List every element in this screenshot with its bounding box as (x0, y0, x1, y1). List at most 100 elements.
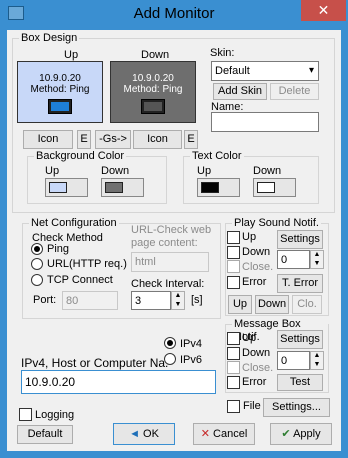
sound-down-checkbox[interactable] (227, 246, 240, 259)
msg-test-button[interactable]: Test (277, 374, 323, 391)
logging-checkbox[interactable] (19, 408, 32, 421)
preview-up[interactable]: 10.9.0.20 Method: Ping (17, 61, 103, 123)
sound-close-checkbox[interactable] (227, 260, 240, 273)
preview-up-line2: Method: Ping (30, 84, 90, 95)
logging-label: Logging (35, 409, 75, 421)
ping-label: Ping (47, 243, 70, 255)
copy-up-to-down-button[interactable]: -Gs-> (95, 130, 131, 149)
interval-spinner[interactable]: ▲ ▼ (171, 291, 185, 310)
spin-down-icon[interactable]: ▼ (172, 301, 184, 310)
sound-close-label: Close. (242, 261, 274, 273)
default-button[interactable]: Default (17, 425, 73, 444)
ipv4-label: IPv4 (180, 338, 203, 350)
apply-icon: ✔ (281, 428, 294, 440)
sound-close-test-button[interactable]: Clo. (292, 295, 322, 314)
sound-spin-up-icon[interactable]: ▲ (311, 251, 323, 260)
apply-button[interactable]: ✔ Apply (270, 423, 332, 445)
text-color-label: Text Color (190, 150, 244, 163)
preview-down[interactable]: 10.9.0.20 Method: Ping (110, 61, 196, 123)
text-down-swatch (257, 182, 275, 193)
msg-down-checkbox[interactable] (227, 347, 240, 360)
msg-error-label: Error (242, 376, 267, 388)
msg-up-label: Up (242, 332, 257, 344)
edit-down-button[interactable]: E (184, 130, 198, 149)
preview-down-line1: 10.9.0.20 (132, 73, 174, 84)
name-input[interactable] (211, 112, 319, 132)
url-label: URL(HTTP req.) (47, 258, 127, 270)
edit-up-button[interactable]: E (77, 130, 91, 149)
ok-icon: ◄ (129, 428, 144, 440)
sound-settings-button[interactable]: Settings (277, 230, 323, 249)
monitor-icon-down (141, 99, 165, 114)
delete-skin-button[interactable]: Delete (270, 83, 319, 100)
tcp-radio[interactable] (31, 274, 43, 286)
text-up-label: Up (197, 165, 212, 177)
bg-down-color-button[interactable] (101, 178, 144, 197)
sound-down-test-button[interactable]: Down (255, 295, 289, 314)
file-checkbox[interactable] (227, 400, 240, 413)
msg-spin-down-icon[interactable]: ▼ (311, 361, 323, 370)
dialog-body: Box Design Up Down 10.9.0.20 Method: Pin… (7, 30, 341, 451)
text-down-color-button[interactable] (253, 178, 296, 197)
msg-spin-up-icon[interactable]: ▲ (311, 352, 323, 361)
sound-terror-button[interactable]: T. Error (277, 274, 323, 293)
text-down-label: Down (253, 165, 282, 177)
msg-spin-input[interactable]: 0 (277, 351, 310, 370)
chevron-down-icon: ▾ (308, 65, 314, 76)
msg-close-checkbox[interactable] (227, 361, 240, 374)
url-radio[interactable] (31, 258, 43, 270)
ok-label: OK (143, 428, 159, 440)
preview-up-line1: 10.9.0.20 (39, 73, 81, 84)
msg-settings-button[interactable]: Settings (277, 330, 323, 349)
skin-select[interactable]: Default ▾ (211, 61, 319, 81)
sound-up-checkbox[interactable] (227, 231, 240, 244)
icon-up-button[interactable]: Icon (23, 130, 73, 149)
ipv6-label: IPv6 (180, 354, 203, 366)
preview-down-line2: Method: Ping (123, 84, 183, 95)
cancel-icon: ✕ (200, 428, 214, 440)
bg-down-label: Down (101, 165, 130, 177)
ok-button[interactable]: ◄ OK (113, 423, 175, 445)
url-check-label-2: page content: (131, 237, 198, 249)
close-button[interactable]: ✕ (301, 0, 346, 21)
bg-up-swatch (49, 182, 67, 193)
ping-radio[interactable] (31, 243, 43, 255)
sound-spinner[interactable]: ▲ ▼ (310, 250, 324, 269)
interval-unit: [s] (191, 294, 203, 306)
check-interval-label: Check Interval: (131, 278, 205, 290)
sound-up-label: Up (242, 231, 257, 243)
sound-error-checkbox[interactable] (227, 276, 240, 289)
add-monitor-window: Add Monitor ✕ Box Design Up Down 10.9.0.… (0, 0, 348, 458)
cancel-button[interactable]: ✕ Cancel (193, 423, 255, 445)
msg-up-checkbox[interactable] (227, 332, 240, 345)
bg-up-color-button[interactable] (45, 178, 88, 197)
sound-up-test-button[interactable]: Up (228, 295, 252, 314)
msg-error-checkbox[interactable] (227, 376, 240, 389)
msg-down-label: Down (242, 347, 271, 359)
tcp-label: TCP Connect (47, 274, 113, 286)
host-label: IPv4, Host or Computer Na. (21, 356, 169, 370)
url-content-input[interactable]: html (131, 252, 209, 272)
ipv4-radio[interactable] (164, 337, 176, 349)
sound-error-label: Error (242, 276, 267, 288)
port-label: Port: (33, 294, 57, 306)
spin-up-icon[interactable]: ▲ (172, 292, 184, 301)
text-up-color-button[interactable] (197, 178, 240, 197)
sound-spin-down-icon[interactable]: ▼ (311, 260, 323, 269)
title-bar[interactable]: Add Monitor ✕ (0, 0, 348, 30)
sound-spin-input[interactable]: 0 (277, 250, 310, 269)
background-color-label: Background Color (34, 150, 127, 163)
text-up-swatch (201, 182, 219, 193)
port-input[interactable]: 80 (62, 291, 118, 310)
msg-spinner[interactable]: ▲ ▼ (310, 351, 324, 370)
icon-down-button[interactable]: Icon (133, 130, 182, 149)
skin-select-value: Default (215, 65, 250, 77)
file-settings-button[interactable]: Settings... (263, 398, 330, 417)
add-skin-button[interactable]: Add Skin (213, 83, 267, 100)
sound-down-label: Down (242, 246, 271, 258)
monitor-icon (48, 99, 72, 114)
play-sound-label: Play Sound Notif. (232, 217, 321, 230)
host-input[interactable]: 10.9.0.20 (21, 370, 216, 394)
box-design-label: Box Design (19, 32, 80, 45)
check-interval-input[interactable]: 3 (131, 291, 171, 310)
